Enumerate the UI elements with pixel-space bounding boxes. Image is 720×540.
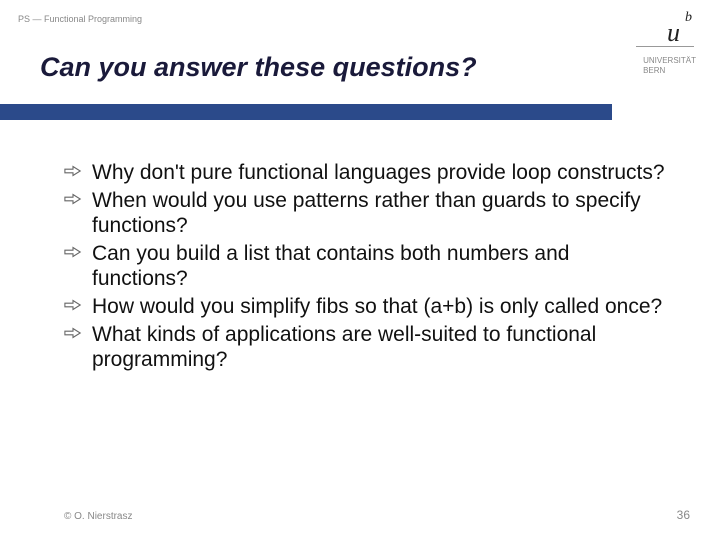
- hand-icon: [64, 243, 82, 261]
- logo-line2: BERN: [643, 66, 665, 75]
- hand-icon: [64, 162, 82, 180]
- hand-icon: [64, 324, 82, 342]
- slide: PS — Functional Programming Can you answ…: [0, 0, 720, 540]
- question-text: When would you use patterns rather than …: [92, 189, 641, 238]
- question-text: Why don't pure functional languages prov…: [92, 161, 665, 184]
- list-item: How would you simplify fibs so that (a+b…: [64, 294, 670, 320]
- logo-text: UNIVERSITÄT BERN: [643, 56, 696, 75]
- logo-letter-u: u: [667, 18, 680, 48]
- page-title: Can you answer these questions?: [40, 52, 477, 83]
- breadcrumb: PS — Functional Programming: [18, 14, 142, 24]
- list-item: Can you build a list that contains both …: [64, 241, 670, 292]
- question-list: Why don't pure functional languages prov…: [64, 160, 670, 375]
- university-logo: u b UNIVERSITÄT BERN: [612, 0, 720, 120]
- question-text: How would you simplify fibs so that (a+b…: [92, 295, 662, 318]
- logo-letter-b: b: [685, 10, 692, 26]
- accent-bar: [0, 104, 612, 120]
- question-text: Can you build a list that contains both …: [92, 242, 569, 291]
- footer-page-number: 36: [677, 508, 690, 522]
- footer-copyright: © O. Nierstrasz: [64, 511, 133, 522]
- hand-icon: [64, 296, 82, 314]
- question-text: What kinds of applications are well-suit…: [92, 323, 596, 372]
- logo-divider: [636, 46, 694, 47]
- logo-line1: UNIVERSITÄT: [643, 56, 696, 65]
- list-item: What kinds of applications are well-suit…: [64, 322, 670, 373]
- list-item: When would you use patterns rather than …: [64, 188, 670, 239]
- hand-icon: [64, 190, 82, 208]
- list-item: Why don't pure functional languages prov…: [64, 160, 670, 186]
